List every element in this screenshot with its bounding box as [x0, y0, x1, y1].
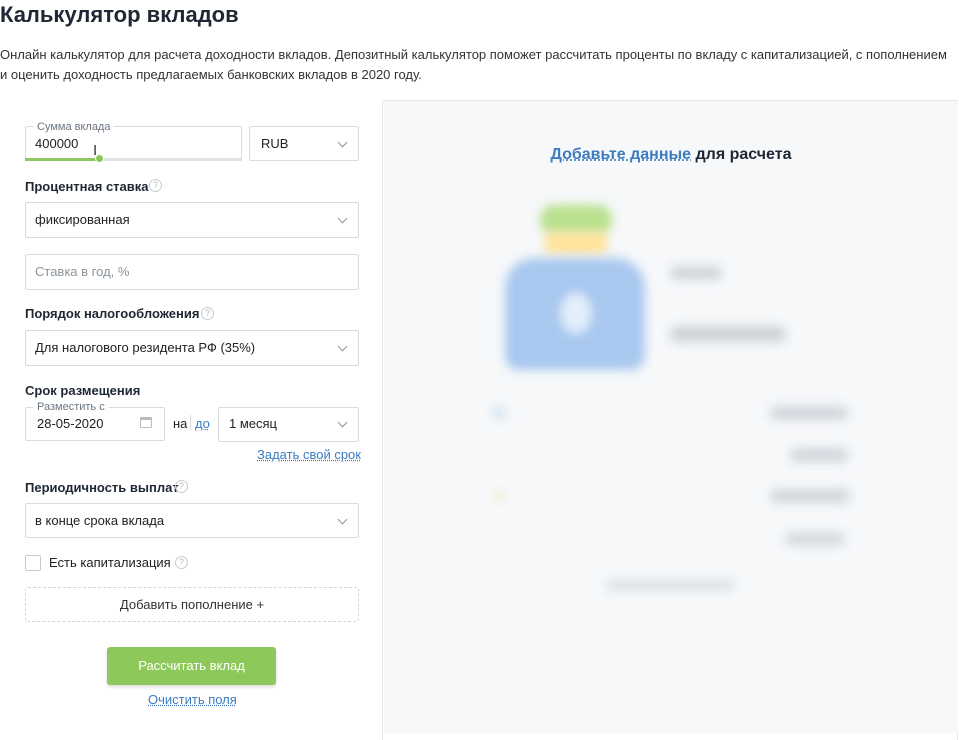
bag-tie-shape: [545, 232, 607, 254]
add-topup-button[interactable]: Добавить пополнение +: [25, 587, 359, 622]
start-date-legend: Разместить с: [33, 401, 109, 413]
calculate-button[interactable]: Рассчитать вклад: [107, 647, 276, 685]
help-icon[interactable]: ?: [201, 307, 214, 320]
placeholder-bar: [670, 266, 722, 280]
page-description: Онлайн калькулятор для расчета доходност…: [0, 47, 947, 82]
term-to-link[interactable]: до: [195, 416, 210, 431]
help-icon[interactable]: ?: [175, 556, 188, 569]
capitalization-checkbox[interactable]: [25, 555, 41, 571]
clear-fields-link[interactable]: Очистить поля: [148, 692, 237, 707]
placeholder-dot: [493, 407, 505, 419]
result-prompt: Добавьте данные для расчета: [384, 146, 958, 164]
calendar-icon[interactable]: [140, 417, 152, 428]
divider: [190, 415, 191, 431]
rate-label: Процентная ставка: [25, 179, 149, 194]
amount-slider-track[interactable]: [25, 158, 242, 161]
help-icon[interactable]: ?: [149, 179, 162, 192]
bag-top-shape: [540, 205, 612, 235]
page-title: Калькулятор вкладов: [0, 2, 239, 27]
tax-label: Порядок налогообложения: [25, 306, 200, 321]
result-panel: [384, 101, 958, 733]
custom-term-link[interactable]: Задать свой срок: [257, 447, 361, 462]
payouts-value: в конце срока вклада: [35, 513, 165, 528]
add-data-link[interactable]: Добавьте данные: [551, 146, 692, 163]
placeholder-bar: [606, 580, 734, 590]
bag-coin-shape: [560, 292, 592, 334]
rate-input-placeholder: Ставка в год, %: [35, 264, 130, 279]
help-icon[interactable]: ?: [175, 480, 188, 493]
placeholder-bar: [670, 326, 786, 342]
amount-slider-handle[interactable]: [94, 154, 104, 163]
amount-value: 400000: [35, 136, 79, 151]
duration-value: 1 месяц: [229, 416, 277, 431]
capitalization-label[interactable]: Есть капитализация: [49, 555, 171, 570]
tax-value: Для налогового резидента РФ (35%): [35, 340, 256, 355]
amount-slider-fill: [25, 158, 99, 161]
payouts-label: Периодичность выплат: [25, 480, 179, 495]
currency-value: RUB: [261, 136, 289, 151]
amount-legend: Сумма вклада: [33, 121, 115, 133]
placeholder-bar: [785, 532, 845, 546]
placeholder-bar: [770, 489, 850, 503]
placeholder-dot: [495, 492, 503, 500]
result-prompt-rest: для расчета: [691, 146, 792, 163]
start-date-value: 28-05-2020: [37, 416, 104, 431]
placeholder-bar: [790, 448, 848, 462]
term-label: Срок размещения: [25, 383, 141, 398]
placeholder-bar: [770, 406, 848, 420]
term-on-text: на: [173, 416, 188, 431]
rate-type-value: фиксированная: [35, 212, 130, 227]
